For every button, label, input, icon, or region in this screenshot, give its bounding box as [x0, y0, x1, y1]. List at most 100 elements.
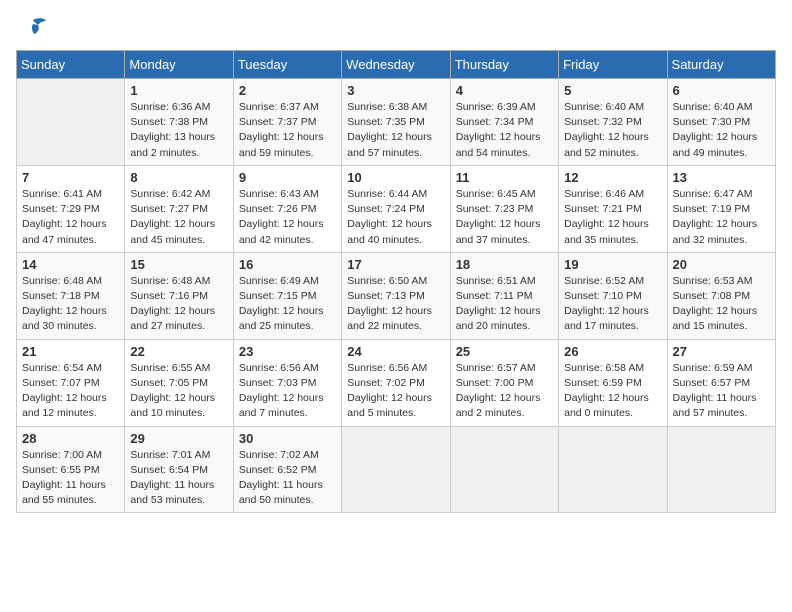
day-info: Sunrise: 7:00 AMSunset: 6:55 PMDaylight:…	[22, 448, 119, 509]
table-row: 1 Sunrise: 6:36 AMSunset: 7:38 PMDaylight…	[125, 79, 233, 166]
day-number: 9	[239, 170, 336, 185]
header-saturday: Saturday	[667, 51, 775, 79]
header-sunday: Sunday	[17, 51, 125, 79]
header	[16, 16, 776, 40]
day-info: Sunrise: 6:40 AMSunset: 7:32 PMDaylight:…	[564, 100, 661, 161]
week-row-5: 28 Sunrise: 7:00 AMSunset: 6:55 PMDayligh…	[17, 426, 776, 513]
table-row: 30Sunrise: 7:02 AMSunset: 6:52 PMDayligh…	[233, 426, 341, 513]
day-number: 26	[564, 344, 661, 359]
day-info: Sunrise: 6:44 AMSunset: 7:24 PMDaylight:…	[347, 187, 444, 248]
day-number: 16	[239, 257, 336, 272]
day-info: Sunrise: 6:48 AMSunset: 7:18 PMDaylight:…	[22, 274, 119, 335]
table-row: 17 Sunrise: 6:50 AMSunset: 7:13 PMDayligh…	[342, 252, 450, 339]
day-number: 3	[347, 83, 444, 98]
day-number: 1	[130, 83, 227, 98]
day-info: Sunrise: 6:37 AMSunset: 7:37 PMDaylight:…	[239, 100, 336, 161]
day-info: Sunrise: 6:41 AMSunset: 7:29 PMDaylight:…	[22, 187, 119, 248]
day-number: 6	[673, 83, 770, 98]
header-monday: Monday	[125, 51, 233, 79]
table-row: 21 Sunrise: 6:54 AMSunset: 7:07 PMDayligh…	[17, 339, 125, 426]
table-row	[342, 426, 450, 513]
table-row: 13Sunrise: 6:47 AMSunset: 7:19 PMDayligh…	[667, 165, 775, 252]
day-number: 28	[22, 431, 119, 446]
table-row: 26 Sunrise: 6:58 AMSunset: 6:59 PMDayligh…	[559, 339, 667, 426]
table-row: 19 Sunrise: 6:52 AMSunset: 7:10 PMDayligh…	[559, 252, 667, 339]
day-number: 10	[347, 170, 444, 185]
logo-bird-icon	[18, 16, 48, 40]
table-row: 11 Sunrise: 6:45 AMSunset: 7:23 PMDayligh…	[450, 165, 558, 252]
day-info: Sunrise: 6:52 AMSunset: 7:10 PMDaylight:…	[564, 274, 661, 335]
day-number: 22	[130, 344, 227, 359]
day-number: 14	[22, 257, 119, 272]
day-info: Sunrise: 6:53 AMSunset: 7:08 PMDaylight:…	[673, 274, 770, 335]
day-number: 8	[130, 170, 227, 185]
day-info: Sunrise: 6:45 AMSunset: 7:23 PMDaylight:…	[456, 187, 553, 248]
day-info: Sunrise: 6:49 AMSunset: 7:15 PMDaylight:…	[239, 274, 336, 335]
table-row: 5 Sunrise: 6:40 AMSunset: 7:32 PMDaylight…	[559, 79, 667, 166]
day-info: Sunrise: 6:55 AMSunset: 7:05 PMDaylight:…	[130, 361, 227, 422]
day-info: Sunrise: 7:02 AMSunset: 6:52 PMDaylight:…	[239, 448, 336, 509]
week-row-2: 7 Sunrise: 6:41 AMSunset: 7:29 PMDaylight…	[17, 165, 776, 252]
day-number: 15	[130, 257, 227, 272]
table-row: 18Sunrise: 6:51 AMSunset: 7:11 PMDayligh…	[450, 252, 558, 339]
header-thursday: Thursday	[450, 51, 558, 79]
table-row: 9 Sunrise: 6:43 AMSunset: 7:26 PMDaylight…	[233, 165, 341, 252]
day-info: Sunrise: 6:40 AMSunset: 7:30 PMDaylight:…	[673, 100, 770, 161]
day-number: 7	[22, 170, 119, 185]
day-info: Sunrise: 6:47 AMSunset: 7:19 PMDaylight:…	[673, 187, 770, 248]
table-row: 2 Sunrise: 6:37 AMSunset: 7:37 PMDaylight…	[233, 79, 341, 166]
table-row: 22 Sunrise: 6:55 AMSunset: 7:05 PMDayligh…	[125, 339, 233, 426]
table-row: 28 Sunrise: 7:00 AMSunset: 6:55 PMDayligh…	[17, 426, 125, 513]
table-row	[17, 79, 125, 166]
day-info: Sunrise: 6:57 AMSunset: 7:00 PMDaylight:…	[456, 361, 553, 422]
table-row: 16 Sunrise: 6:49 AMSunset: 7:15 PMDayligh…	[233, 252, 341, 339]
day-number: 19	[564, 257, 661, 272]
day-number: 24	[347, 344, 444, 359]
day-info: Sunrise: 6:54 AMSunset: 7:07 PMDaylight:…	[22, 361, 119, 422]
table-row: 27 Sunrise: 6:59 AMSunset: 6:57 PMDayligh…	[667, 339, 775, 426]
weekday-header-row: SundayMondayTuesdayWednesdayThursdayFrid…	[17, 51, 776, 79]
week-row-4: 21 Sunrise: 6:54 AMSunset: 7:07 PMDayligh…	[17, 339, 776, 426]
table-row	[450, 426, 558, 513]
header-friday: Friday	[559, 51, 667, 79]
day-number: 25	[456, 344, 553, 359]
table-row	[667, 426, 775, 513]
day-number: 11	[456, 170, 553, 185]
week-row-1: 1 Sunrise: 6:36 AMSunset: 7:38 PMDaylight…	[17, 79, 776, 166]
day-info: Sunrise: 6:42 AMSunset: 7:27 PMDaylight:…	[130, 187, 227, 248]
header-tuesday: Tuesday	[233, 51, 341, 79]
table-row: 10 Sunrise: 6:44 AMSunset: 7:24 PMDayligh…	[342, 165, 450, 252]
table-row: 24 Sunrise: 6:56 AMSunset: 7:02 PMDayligh…	[342, 339, 450, 426]
table-row: 29Sunrise: 7:01 AMSunset: 6:54 PMDayligh…	[125, 426, 233, 513]
week-row-3: 14 Sunrise: 6:48 AMSunset: 7:18 PMDayligh…	[17, 252, 776, 339]
day-number: 5	[564, 83, 661, 98]
header-wednesday: Wednesday	[342, 51, 450, 79]
table-row: 25 Sunrise: 6:57 AMSunset: 7:00 PMDayligh…	[450, 339, 558, 426]
day-info: Sunrise: 6:48 AMSunset: 7:16 PMDaylight:…	[130, 274, 227, 335]
day-info: Sunrise: 6:59 AMSunset: 6:57 PMDaylight:…	[673, 361, 770, 422]
day-number: 21	[22, 344, 119, 359]
day-number: 18	[456, 257, 553, 272]
day-info: Sunrise: 6:46 AMSunset: 7:21 PMDaylight:…	[564, 187, 661, 248]
logo	[16, 16, 48, 40]
calendar-table: SundayMondayTuesdayWednesdayThursdayFrid…	[16, 50, 776, 513]
day-info: Sunrise: 6:36 AMSunset: 7:38 PMDaylight:…	[130, 100, 227, 161]
day-number: 17	[347, 257, 444, 272]
table-row: 15 Sunrise: 6:48 AMSunset: 7:16 PMDayligh…	[125, 252, 233, 339]
day-info: Sunrise: 6:56 AMSunset: 7:02 PMDaylight:…	[347, 361, 444, 422]
day-info: Sunrise: 6:58 AMSunset: 6:59 PMDaylight:…	[564, 361, 661, 422]
day-number: 2	[239, 83, 336, 98]
day-number: 4	[456, 83, 553, 98]
table-row: 7 Sunrise: 6:41 AMSunset: 7:29 PMDaylight…	[17, 165, 125, 252]
day-info: Sunrise: 6:43 AMSunset: 7:26 PMDaylight:…	[239, 187, 336, 248]
table-row: 14 Sunrise: 6:48 AMSunset: 7:18 PMDayligh…	[17, 252, 125, 339]
day-info: Sunrise: 6:56 AMSunset: 7:03 PMDaylight:…	[239, 361, 336, 422]
day-info: Sunrise: 6:38 AMSunset: 7:35 PMDaylight:…	[347, 100, 444, 161]
day-number: 27	[673, 344, 770, 359]
table-row: 6 Sunrise: 6:40 AMSunset: 7:30 PMDaylight…	[667, 79, 775, 166]
day-info: Sunrise: 6:50 AMSunset: 7:13 PMDaylight:…	[347, 274, 444, 335]
day-info: Sunrise: 6:39 AMSunset: 7:34 PMDaylight:…	[456, 100, 553, 161]
table-row: 8 Sunrise: 6:42 AMSunset: 7:27 PMDaylight…	[125, 165, 233, 252]
day-info: Sunrise: 7:01 AMSunset: 6:54 PMDaylight:…	[130, 448, 227, 509]
table-row	[559, 426, 667, 513]
